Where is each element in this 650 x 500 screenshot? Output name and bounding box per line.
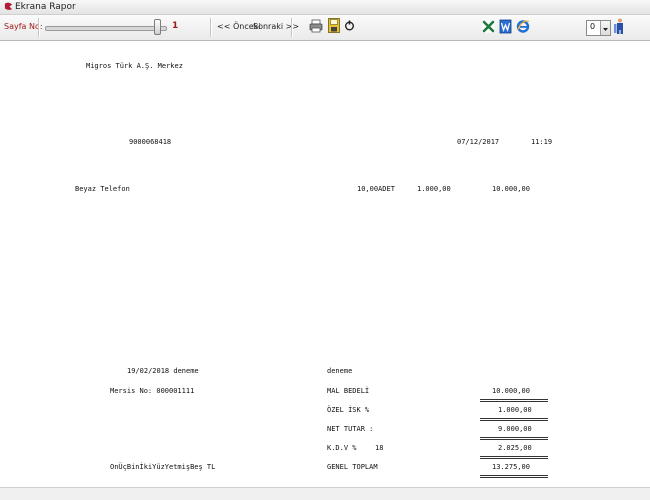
refresh-icon[interactable]: [344, 20, 355, 31]
net-tutar-label: NET TUTAR :: [327, 425, 374, 433]
ozel-isk-value: 1.000,00: [498, 406, 532, 414]
app-icon: [4, 2, 13, 10]
mersis-number: Mersis No: 000001111: [110, 387, 195, 395]
excel-icon[interactable]: [482, 20, 495, 33]
document-time: 11:19: [531, 138, 553, 146]
exit-icon[interactable]: [614, 18, 626, 34]
chevron-down-icon: [603, 28, 608, 31]
line-item-unit-price: 1.000,00: [417, 185, 451, 193]
genel-toplam-value: 13.275,00: [492, 463, 530, 471]
page-number-label: Sayfa No:: [4, 22, 43, 31]
toolbar: Sayfa No: 1 << Önceki Sonraki >> 0: [0, 15, 650, 41]
footer-date-note: 19/02/2018 deneme: [127, 367, 199, 375]
genel-toplam-label: GENEL TOPLAM: [327, 463, 378, 471]
ie-icon[interactable]: [516, 19, 530, 33]
toolbar-divider: [291, 18, 292, 37]
double-underline: [480, 399, 548, 402]
status-strip: [0, 488, 650, 500]
toolbar-divider: [38, 18, 39, 37]
double-underline: [480, 437, 548, 440]
print-icon[interactable]: [309, 19, 323, 33]
zoom-select[interactable]: 0: [586, 20, 611, 36]
ozel-isk-label: ÖZEL İSK %: [327, 406, 370, 414]
line-item-total: 10.000,00: [492, 185, 530, 193]
amount-in-words: OnÜçBinİkiYüzYetmişBeş TL: [110, 463, 216, 471]
document-number: 9000068418: [129, 138, 172, 146]
title-bar: Ekrana Rapor: [0, 0, 650, 15]
next-page-button[interactable]: Sonraki >>: [253, 22, 299, 31]
kdv-rate: 18: [375, 444, 384, 452]
current-page-number: 1: [172, 21, 179, 31]
page-slider[interactable]: [45, 26, 167, 31]
company-name: Migros Türk A.Ş. Merkez: [86, 62, 183, 70]
window-title: Ekrana Rapor: [15, 2, 76, 12]
double-underline: [480, 475, 548, 478]
document-date: 07/12/2017: [457, 138, 500, 146]
word-icon[interactable]: [499, 19, 512, 34]
zoom-value: 0: [590, 22, 596, 31]
line-item-product: Beyaz Telefon: [75, 185, 130, 193]
kdv-label: K.D.V %: [327, 444, 357, 452]
line-item-quantity: 10,00ADET: [357, 185, 395, 193]
zoom-dropdown-arrow[interactable]: [600, 21, 610, 35]
double-underline: [480, 456, 548, 459]
page-slider-thumb[interactable]: [154, 19, 161, 35]
mal-bedeli-value: 10.000,00: [492, 387, 530, 395]
footer-note: deneme: [327, 367, 353, 375]
report-page: Migros Türk A.Ş. Merkez 9000068418 07/12…: [0, 41, 650, 488]
kdv-value: 2.025,00: [498, 444, 532, 452]
net-tutar-value: 9.000,00: [498, 425, 532, 433]
mal-bedeli-label: MAL BEDELİ: [327, 387, 370, 395]
double-underline: [480, 418, 548, 421]
toolbar-divider: [210, 18, 211, 37]
save-icon[interactable]: [328, 18, 340, 33]
